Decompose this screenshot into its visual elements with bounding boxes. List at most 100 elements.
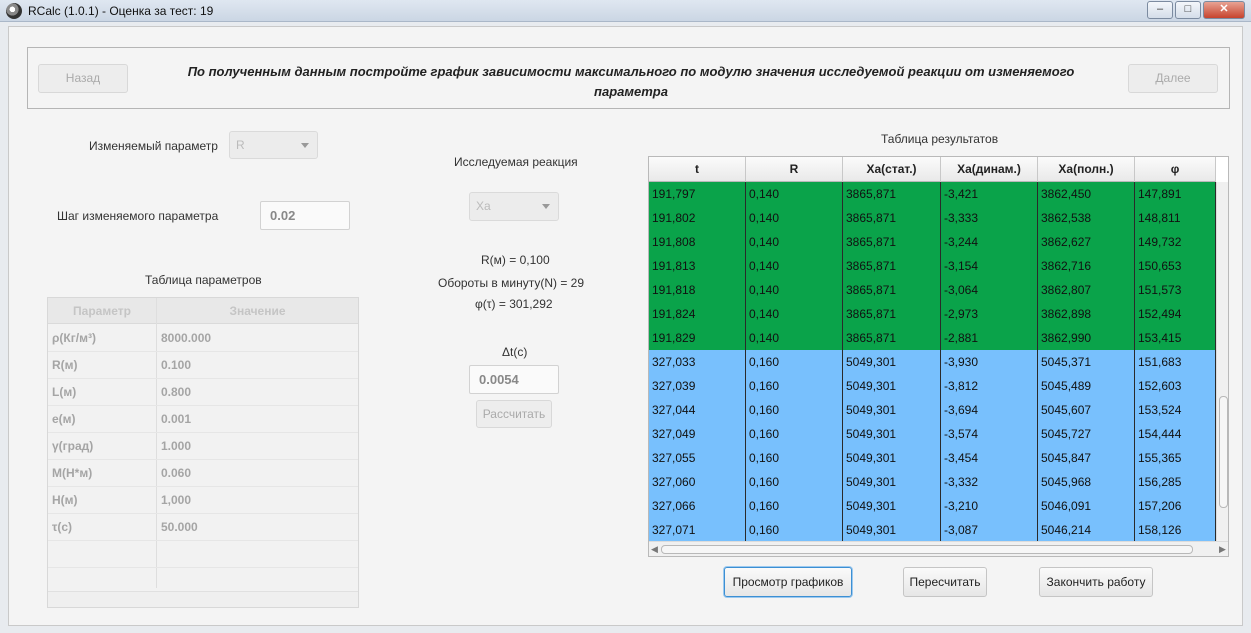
cell-xa-total: 5045,847 (1038, 446, 1135, 470)
results-row[interactable]: 327,060 0,160 5049,301 -3,332 5045,968 156,28… (649, 470, 1216, 494)
minimize-button[interactable]: – (1147, 1, 1173, 19)
results-col-phi[interactable]: φ (1135, 157, 1216, 182)
cell-phi: 154,444 (1135, 422, 1216, 446)
params-row: γ(град) 1.000 (48, 433, 358, 460)
cell-t: 327,033 (649, 350, 746, 374)
results-row[interactable]: 327,033 0,160 5049,301 -3,930 5045,371 151,68… (649, 350, 1216, 374)
cell-phi: 157,206 (1135, 494, 1216, 518)
cell-r: 0,160 (746, 470, 843, 494)
step-label: Шаг изменяемого параметра (57, 209, 219, 223)
results-col-xa-dynamic[interactable]: Xa(динам.) (941, 157, 1038, 182)
cell-phi: 153,524 (1135, 398, 1216, 422)
results-row[interactable]: 191,818 0,140 3865,871 -3,064 3862,807 151,57… (649, 278, 1216, 302)
cell-phi: 152,494 (1135, 302, 1216, 326)
results-row[interactable]: 327,066 0,160 5049,301 -3,210 5046,091 157,20… (649, 494, 1216, 518)
cell-phi: 149,732 (1135, 230, 1216, 254)
cell-xa-static: 3865,871 (843, 302, 941, 326)
results-row[interactable]: 191,802 0,140 3865,871 -3,333 3862,538 148,81… (649, 206, 1216, 230)
params-row: M(H*м) 0.060 (48, 460, 358, 487)
rpm-value-line: Обороты в минуту(N) = 29 (438, 276, 585, 290)
close-button[interactable]: ✕ (1203, 1, 1245, 19)
results-col-xa-total[interactable]: Xa(полн.) (1038, 157, 1135, 182)
results-row[interactable]: 191,824 0,140 3865,871 -2,973 3862,898 152,49… (649, 302, 1216, 326)
param-select[interactable]: R (229, 131, 318, 159)
results-vertical-scrollbar[interactable] (1216, 182, 1228, 541)
results-row[interactable]: 327,049 0,160 5049,301 -3,574 5045,727 154,44… (649, 422, 1216, 446)
cell-xa-dynamic: -3,812 (941, 374, 1038, 398)
reaction-select[interactable]: Xa (469, 192, 559, 221)
param-name (48, 541, 156, 568)
cell-xa-total: 3862,807 (1038, 278, 1135, 302)
results-row[interactable]: 327,071 0,160 5049,301 -3,087 5046,214 158,12… (649, 518, 1216, 542)
cell-t: 327,044 (649, 398, 746, 422)
cell-xa-static: 5049,301 (843, 398, 941, 422)
cell-xa-total: 5045,489 (1038, 374, 1135, 398)
results-row[interactable]: 191,829 0,140 3865,871 -2,881 3862,990 153,41… (649, 326, 1216, 350)
cell-xa-total: 5046,214 (1038, 518, 1135, 542)
params-horizontal-scrollbar[interactable] (48, 591, 358, 607)
results-horizontal-scrollbar[interactable]: ◀ ▶ (649, 541, 1228, 556)
cell-xa-dynamic: -3,694 (941, 398, 1038, 422)
results-row[interactable]: 327,044 0,160 5049,301 -3,694 5045,607 153,52… (649, 398, 1216, 422)
params-table-header: Параметр Значение (48, 298, 358, 324)
cell-t: 327,060 (649, 470, 746, 494)
params-col-name: Параметр (73, 304, 131, 318)
results-row[interactable]: 327,055 0,160 5049,301 -3,454 5045,847 155,36… (649, 446, 1216, 470)
finish-work-button[interactable]: Закончить работу (1039, 567, 1153, 597)
params-table: Параметр Значение ρ(Кг/м³) 8000.000 R(м) 0… (47, 297, 359, 608)
results-row[interactable]: 191,813 0,140 3865,871 -3,154 3862,716 150,65… (649, 254, 1216, 278)
param-value: 0.001 (161, 412, 192, 426)
results-row[interactable]: 327,039 0,160 5049,301 -3,812 5045,489 152,60… (649, 374, 1216, 398)
cell-xa-dynamic: -3,087 (941, 518, 1038, 542)
dt-input[interactable]: 0.0054 (469, 365, 559, 394)
results-col-xa-static[interactable]: Xa(стат.) (843, 157, 941, 182)
cell-xa-static: 5049,301 (843, 470, 941, 494)
r-value-line: R(м) = 0,100 (481, 253, 550, 267)
next-button[interactable]: Далее (1128, 64, 1218, 93)
cell-xa-dynamic: -3,454 (941, 446, 1038, 470)
chevron-down-icon (542, 204, 550, 209)
calculate-button[interactable]: Рассчитать (476, 400, 552, 428)
recalculate-button[interactable]: Пересчитать (903, 567, 987, 597)
cell-r: 0,140 (746, 254, 843, 278)
results-col-t[interactable]: t (649, 157, 746, 182)
cell-xa-static: 5049,301 (843, 422, 941, 446)
cell-xa-total: 3862,898 (1038, 302, 1135, 326)
cell-xa-static: 3865,871 (843, 254, 941, 278)
cell-r: 0,160 (746, 422, 843, 446)
cell-r: 0,160 (746, 518, 843, 542)
back-button[interactable]: Назад (38, 64, 128, 93)
maximize-button[interactable]: □ (1175, 1, 1201, 19)
scroll-left-icon[interactable]: ◀ (651, 544, 658, 555)
cell-xa-static: 3865,871 (843, 278, 941, 302)
param-value (157, 541, 357, 568)
param-name: γ(град) (52, 439, 94, 453)
cell-xa-total: 3862,450 (1038, 182, 1135, 206)
cell-r: 0,140 (746, 230, 843, 254)
params-row: R(м) 0.100 (48, 352, 358, 379)
task-question: По полученным данным постройте график за… (187, 64, 1075, 99)
scrollbar-thumb[interactable] (661, 545, 1193, 554)
cell-xa-dynamic: -3,332 (941, 470, 1038, 494)
scrollbar-thumb[interactable] (1219, 396, 1228, 508)
results-table-header: t R Xa(стат.) Xa(динам.) Xa(полн.) φ (649, 157, 1216, 182)
results-row[interactable]: 191,797 0,140 3865,871 -3,421 3862,450 147,89… (649, 182, 1216, 206)
cell-r: 0,160 (746, 494, 843, 518)
scroll-right-icon[interactable]: ▶ (1219, 544, 1226, 555)
cell-t: 327,055 (649, 446, 746, 470)
param-name: τ(c) (52, 520, 73, 534)
cell-r: 0,140 (746, 206, 843, 230)
cell-r: 0,140 (746, 302, 843, 326)
cell-phi: 152,603 (1135, 374, 1216, 398)
results-row[interactable]: 191,808 0,140 3865,871 -3,244 3862,627 149,73… (649, 230, 1216, 254)
step-input[interactable]: 0.02 (260, 201, 350, 230)
results-col-r[interactable]: R (746, 157, 843, 182)
cell-phi: 148,811 (1135, 206, 1216, 230)
params-row: H(м) 1,000 (48, 487, 358, 514)
cell-t: 191,829 (649, 326, 746, 350)
view-charts-button[interactable]: Просмотр графиков (724, 567, 852, 597)
cell-phi: 158,126 (1135, 518, 1216, 542)
cell-xa-static: 5049,301 (843, 350, 941, 374)
title-bar: RCalc (1.0.1) - Оценка за тест: 19 – □ ✕ (0, 0, 1251, 22)
cell-r: 0,160 (746, 350, 843, 374)
